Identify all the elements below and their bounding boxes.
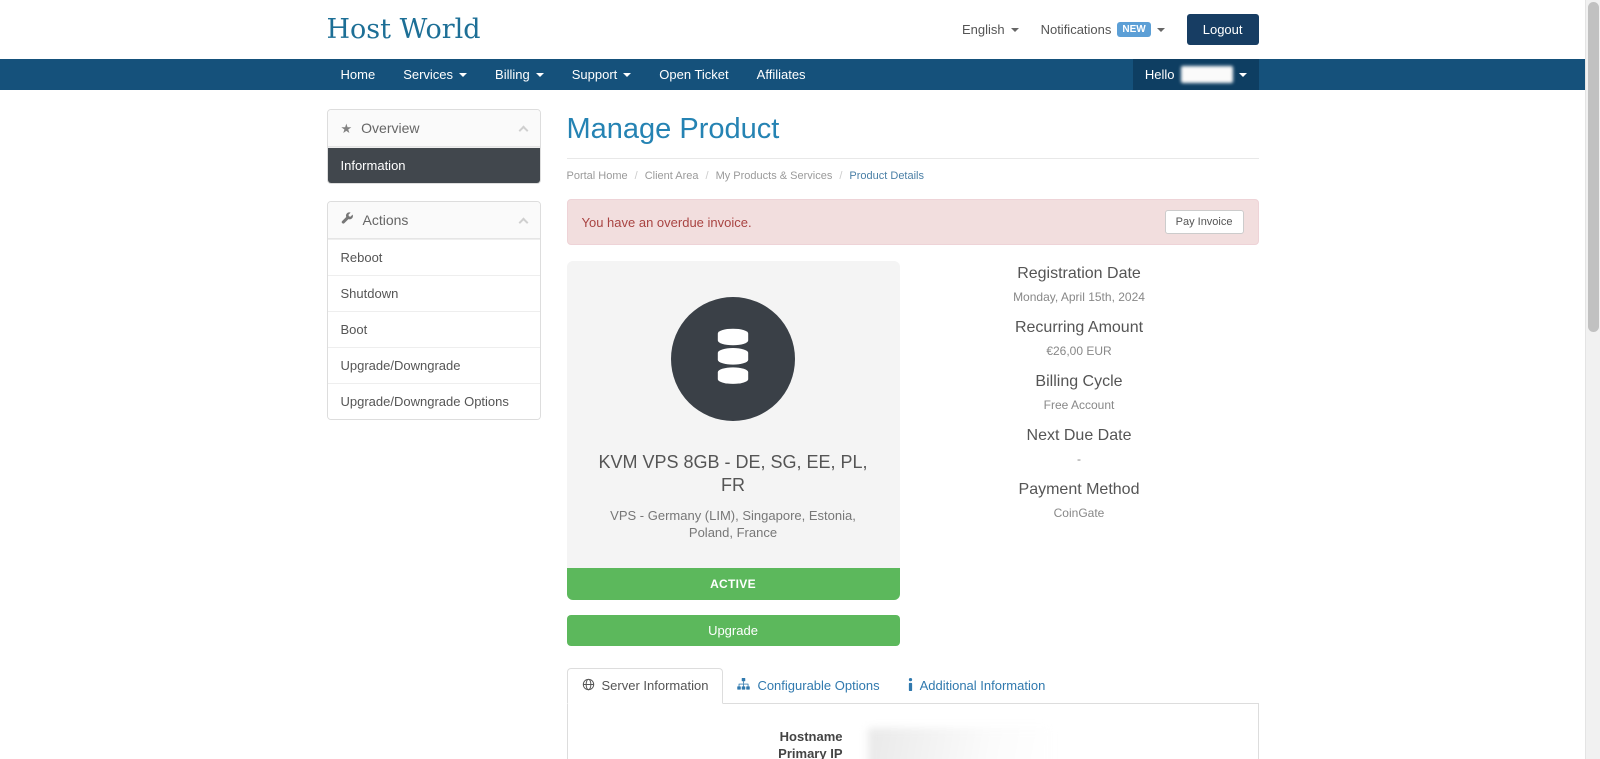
breadcrumb-portal-home[interactable]: Portal Home	[567, 170, 628, 182]
new-badge: NEW	[1117, 22, 1151, 37]
overview-panel-header[interactable]: ★ Overview	[327, 110, 540, 147]
page: Host World English Notifications NEW Log…	[0, 0, 1585, 759]
star-icon: ★	[340, 120, 353, 136]
page-title: Manage Product	[566, 113, 780, 145]
detail-next-due-date: Next Due Date -	[1026, 427, 1132, 466]
breadcrumb-my-products[interactable]: My Products & Services	[699, 170, 833, 182]
caret-down-icon	[623, 72, 632, 77]
product-icon-circle	[671, 297, 795, 421]
sidebar-item-upgrade-downgrade-options[interactable]: Upgrade/Downgrade Options	[327, 383, 540, 419]
product-name: KVM VPS 8GB - DE, SG, EE, PL, FR	[598, 452, 868, 495]
logo[interactable]: Host World	[327, 14, 481, 45]
chevron-up-icon	[518, 217, 528, 227]
sidebar-item-shutdown[interactable]: Shutdown	[327, 275, 540, 311]
tab-additional-information[interactable]: Additional Information	[894, 668, 1060, 704]
tab-server-information[interactable]: Server Information	[566, 667, 724, 704]
server-values-redacted	[867, 727, 1053, 759]
greeting-label: Hello	[1144, 67, 1175, 82]
nav-item-home[interactable]: Home	[327, 59, 390, 90]
scrollbar-track[interactable]	[1585, 0, 1600, 759]
sidebar-item-information[interactable]: Information	[327, 147, 540, 183]
sidebar-item-boot[interactable]: Boot	[327, 311, 540, 347]
detail-recurring-amount: Recurring Amount €26,00 EUR	[1014, 319, 1144, 358]
nav-item-services[interactable]: Services	[389, 59, 481, 90]
main-content: Manage Product Portal HomeClient AreaMy …	[566, 109, 1259, 759]
notifications-label: Notifications	[1040, 22, 1112, 37]
sitemap-icon	[737, 678, 751, 693]
database-icon	[710, 328, 756, 391]
nav-item-support[interactable]: Support	[558, 59, 646, 90]
language-dropdown[interactable]: English	[962, 22, 1019, 37]
overview-panel-title: Overview	[361, 120, 420, 136]
primary-ip-label: Primary IP	[778, 745, 843, 759]
actions-panel: Actions Reboot Shutdown Boot Upgrade/Dow…	[326, 201, 541, 420]
username-redacted	[1180, 66, 1233, 83]
browser-viewport: Host World English Notifications NEW Log…	[0, 0, 1600, 759]
upgrade-button[interactable]: Upgrade	[566, 614, 900, 646]
logout-button[interactable]: Logout	[1186, 14, 1259, 45]
status-badge: ACTIVE	[566, 567, 900, 600]
top-header: Host World English Notifications NEW Log…	[0, 0, 1585, 59]
actions-panel-header[interactable]: Actions	[327, 202, 540, 239]
info-icon	[908, 677, 913, 694]
nav-item-open-ticket[interactable]: Open Ticket	[645, 59, 742, 90]
caret-down-icon	[1156, 27, 1165, 32]
scrollbar-thumb[interactable]	[1588, 2, 1599, 332]
header-actions: English Notifications NEW Logout	[962, 14, 1259, 45]
product-details: Registration Date Monday, April 15th, 20…	[900, 261, 1259, 646]
product-description: VPS - Germany (LIM), Singapore, Estonia,…	[610, 508, 856, 540]
detail-payment-method: Payment Method CoinGate	[1018, 481, 1140, 520]
notifications-dropdown[interactable]: Notifications NEW	[1041, 22, 1165, 37]
product-overview: KVM VPS 8GB - DE, SG, EE, PL, FR VPS - G…	[566, 261, 1259, 646]
wrench-icon	[341, 212, 354, 228]
tabs: Server Information Configurable Options …	[566, 667, 1259, 704]
sidebar-item-reboot[interactable]: Reboot	[327, 239, 540, 275]
caret-down-icon	[1010, 27, 1019, 32]
hostname-label: Hostname	[779, 728, 843, 744]
pay-invoice-button[interactable]: Pay Invoice	[1164, 210, 1244, 234]
chevron-up-icon	[518, 125, 528, 135]
sidebar-item-upgrade-downgrade[interactable]: Upgrade/Downgrade	[327, 347, 540, 383]
product-column: KVM VPS 8GB - DE, SG, EE, PL, FR VPS - G…	[566, 261, 900, 646]
caret-down-icon	[459, 72, 468, 77]
main-navbar: Home Services Billing Support Open Ticke…	[0, 59, 1585, 90]
globe-icon	[582, 678, 595, 694]
actions-panel-title: Actions	[362, 212, 409, 228]
language-label: English	[961, 22, 1005, 37]
overdue-invoice-alert: You have an overdue invoice. Pay Invoice	[566, 199, 1259, 245]
detail-registration-date: Registration Date Monday, April 15th, 20…	[1013, 265, 1145, 304]
breadcrumb: Portal HomeClient AreaMy Products & Serv…	[567, 159, 1259, 184]
detail-billing-cycle: Billing Cycle Free Account	[1035, 373, 1123, 412]
nav-item-billing[interactable]: Billing	[481, 59, 558, 90]
tab-configurable-options[interactable]: Configurable Options	[723, 668, 893, 704]
alert-message: You have an overdue invoice.	[581, 214, 752, 230]
breadcrumb-client-area[interactable]: Client Area	[628, 170, 699, 182]
server-information-panel: Hostname Primary IP Assigned IPs	[566, 703, 1259, 759]
nav-item-affiliates[interactable]: Affiliates	[743, 59, 820, 90]
nav-items: Home Services Billing Support Open Ticke…	[327, 59, 820, 90]
product-card: KVM VPS 8GB - DE, SG, EE, PL, FR VPS - G…	[566, 261, 900, 600]
user-menu[interactable]: Hello	[1132, 59, 1259, 90]
server-info-values	[867, 727, 1053, 759]
overview-panel: ★ Overview Information	[326, 109, 541, 184]
breadcrumb-product-details[interactable]: Product Details	[832, 170, 924, 182]
sidebar: ★ Overview Information Actions Reboot Sh…	[326, 109, 541, 437]
caret-down-icon	[1238, 72, 1247, 77]
server-info-labels: Hostname Primary IP Assigned IPs	[583, 728, 843, 759]
caret-down-icon	[535, 72, 544, 77]
